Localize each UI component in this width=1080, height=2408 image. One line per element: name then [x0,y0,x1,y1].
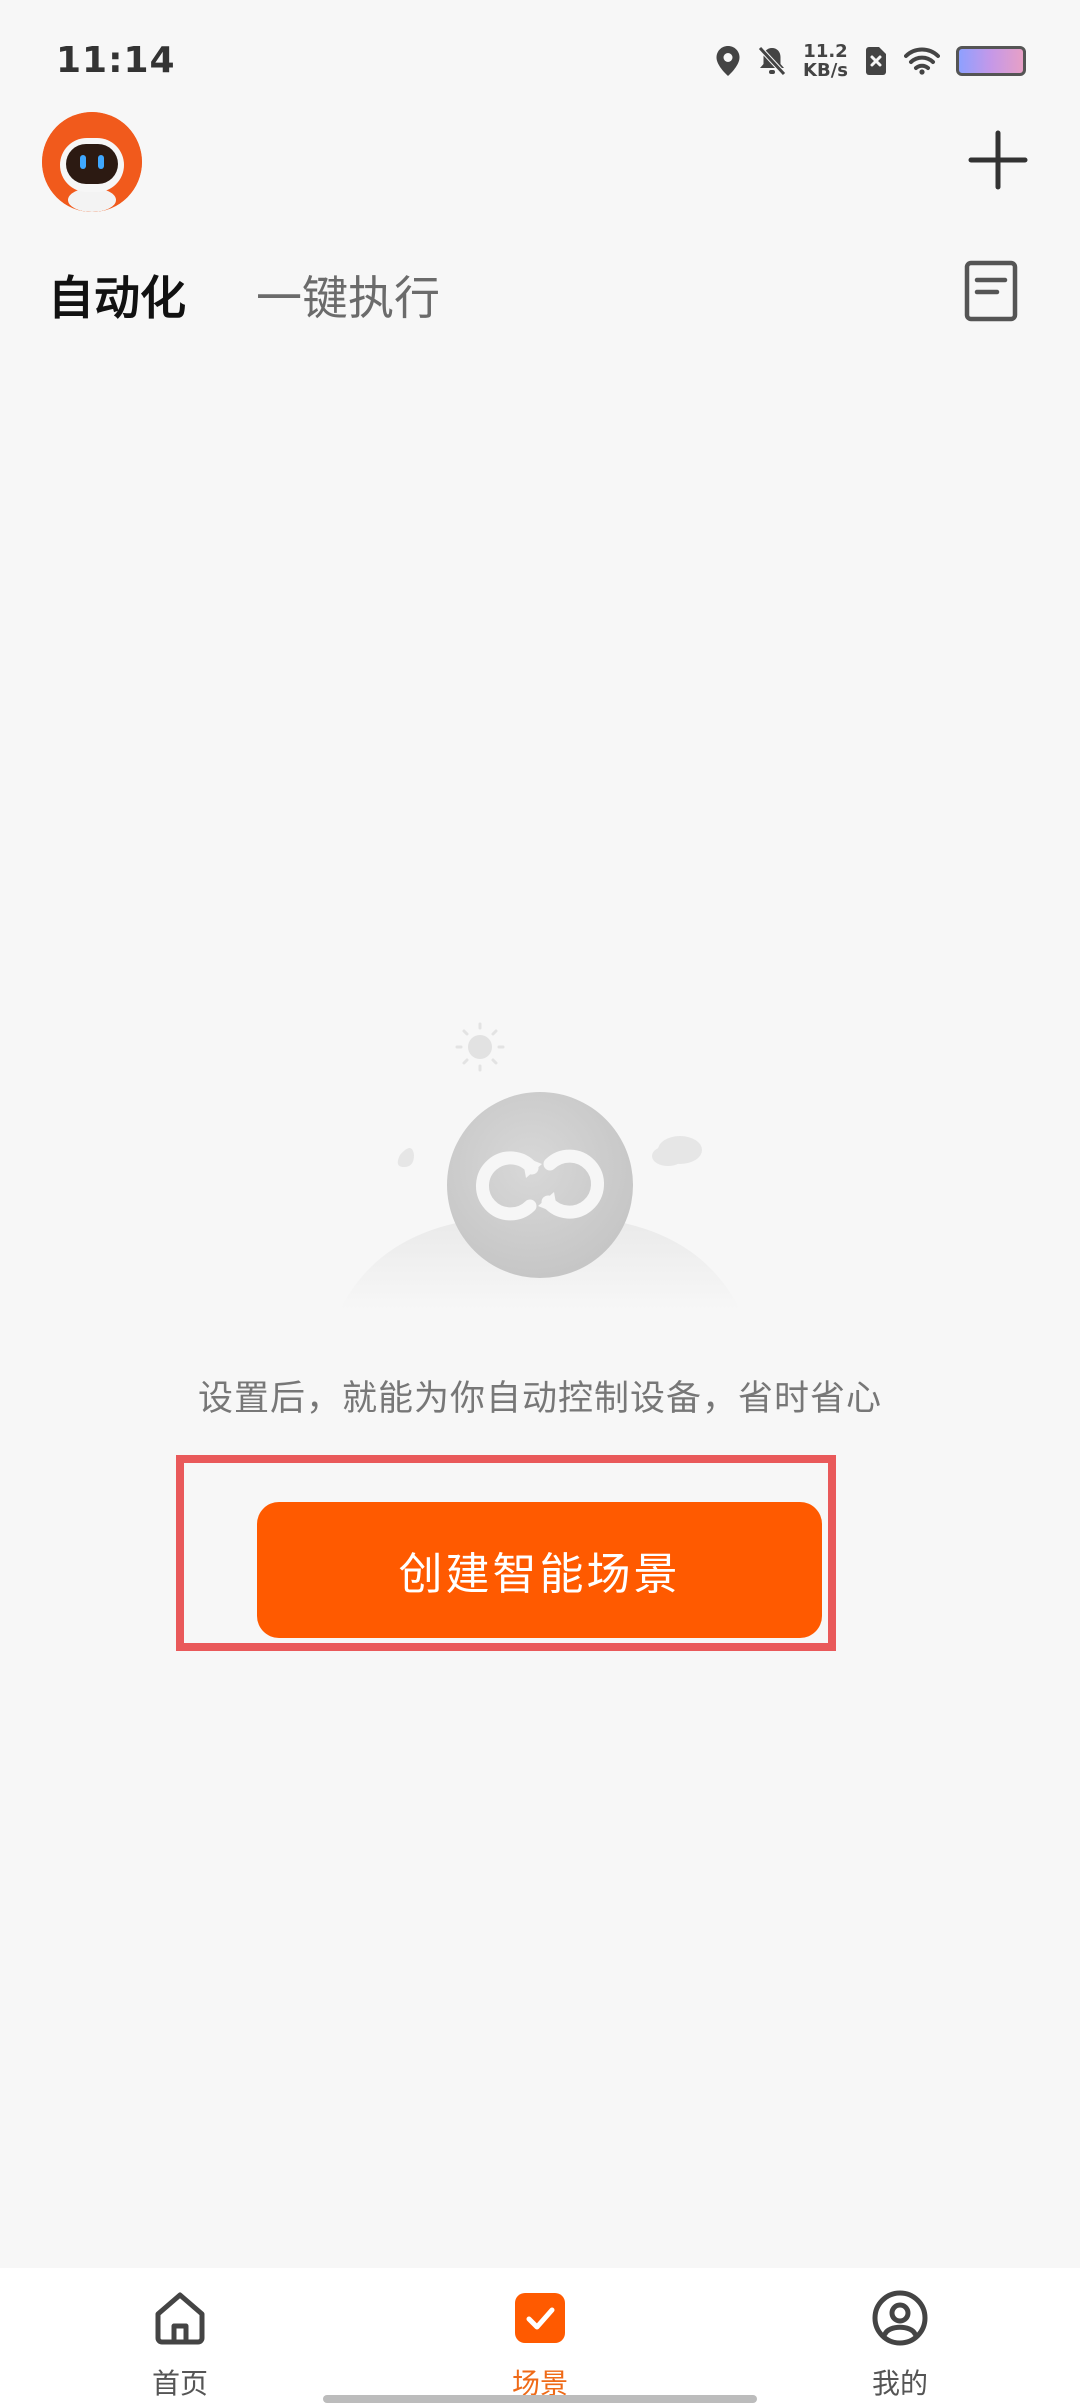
wifi-icon [904,47,940,75]
cycle-sync-icon [340,1022,740,1310]
nav-item-home[interactable]: 首页 [80,2268,280,2408]
status-time: 11:14 [56,40,176,81]
location-icon [716,46,740,76]
tab-one-click-execute[interactable]: 一键执行 [256,262,440,328]
empty-state-message: 设置后，就能为你自动控制设备，省时省心 [197,1379,882,1419]
network-speed-unit: KB/s [803,60,848,81]
tab-automation[interactable]: 自动化 [48,262,186,328]
profile-icon [872,2290,928,2346]
bottom-nav: 首页 场景 我的 [0,2268,1080,2408]
home-icon [155,2292,205,2345]
mute-bell-icon [758,46,786,76]
home-indicator[interactable] [323,2395,757,2403]
nav-item-profile[interactable]: 我的 [800,2268,1000,2408]
scene-check-icon [515,2293,565,2343]
nav-label-home: 首页 [151,2367,208,2400]
nav-label-profile: 我的 [871,2367,928,2400]
robot-avatar-icon[interactable] [42,112,142,212]
network-speed: 11.2 KB/s [803,42,848,80]
document-log-icon[interactable] [964,260,1018,322]
status-icons: 11.2 KB/s [715,42,1026,80]
battery-icon [956,46,1026,76]
network-speed-value: 11.2 [803,41,848,62]
plus-icon[interactable] [968,130,1028,190]
nav-item-scene[interactable]: 场景 [440,2268,640,2408]
no-sim-icon [866,47,886,75]
create-smart-scene-button[interactable]: 创建智能场景 [257,1502,822,1638]
